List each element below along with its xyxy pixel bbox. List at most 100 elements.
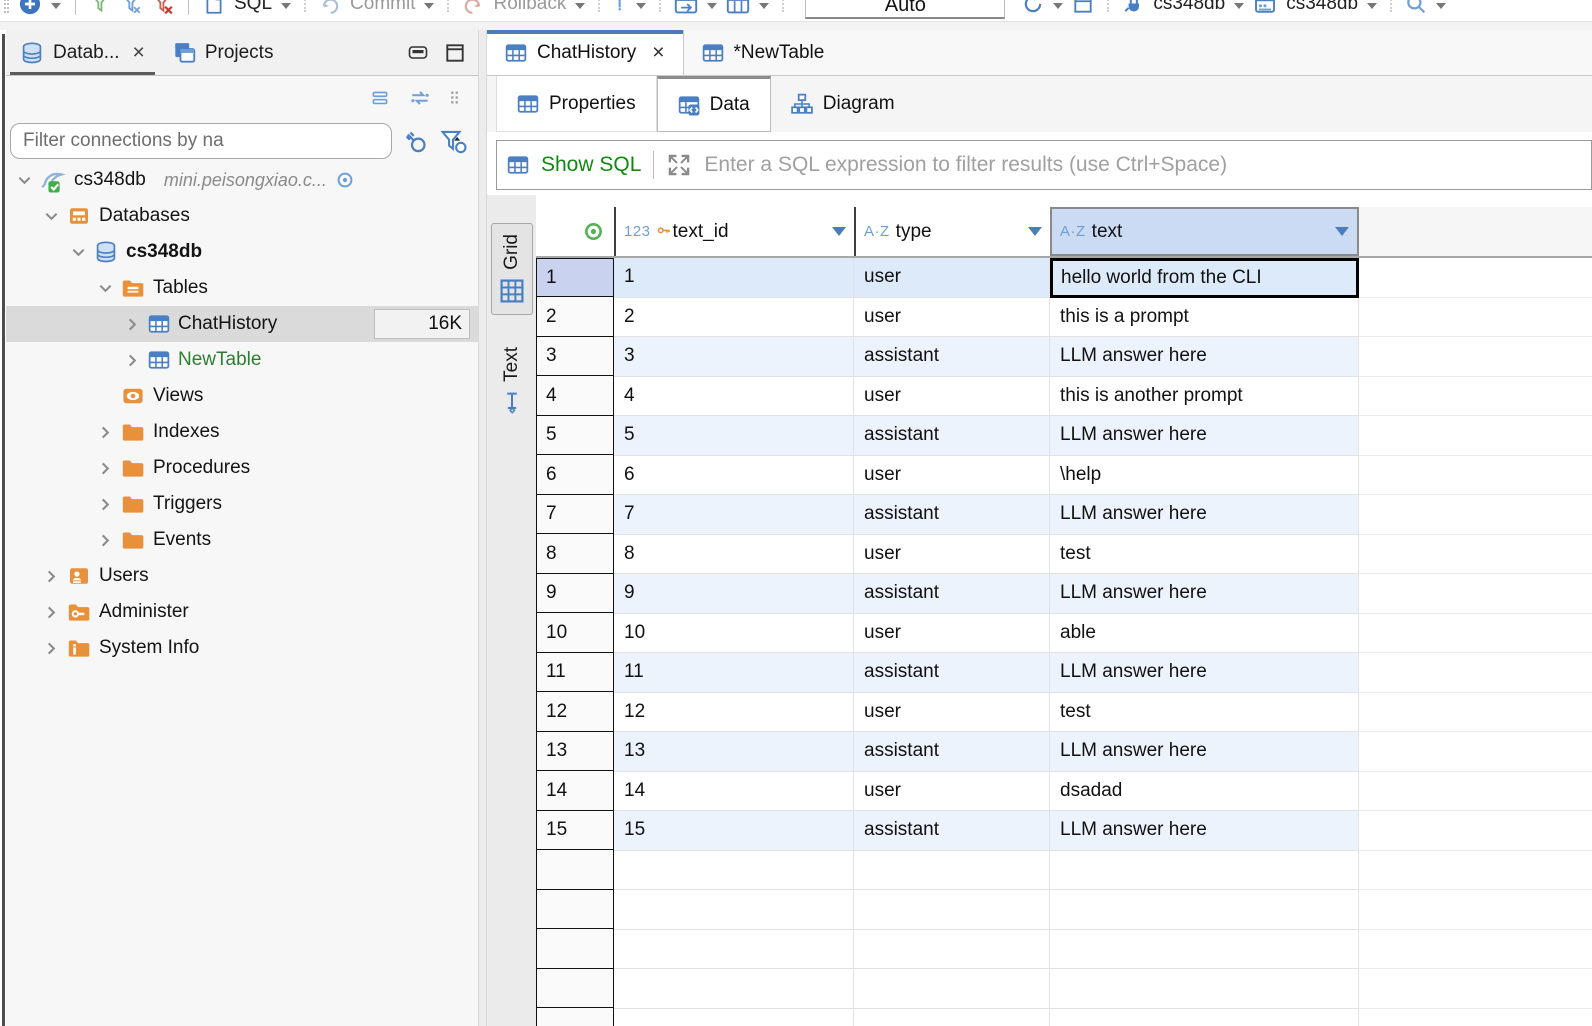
row-header[interactable]: 9 (536, 573, 614, 614)
row-header[interactable]: 10 (536, 612, 614, 653)
empty-cell[interactable] (614, 851, 854, 891)
cell-text_id[interactable]: 14 (614, 772, 854, 812)
cell-type[interactable]: assistant (854, 653, 1050, 693)
cell-text[interactable]: LLM answer here (1050, 574, 1359, 614)
tree-item-administer[interactable]: Administer (6, 594, 478, 630)
row-header-column-header[interactable] (536, 207, 614, 256)
cell-text[interactable]: LLM answer here (1050, 653, 1359, 693)
tree-item-users[interactable]: Users (6, 558, 478, 594)
chevron-down-icon[interactable] (70, 245, 86, 260)
search-icon[interactable] (1405, 0, 1427, 15)
chevron-right-icon[interactable] (43, 641, 59, 656)
cell-type[interactable]: user (854, 377, 1050, 417)
cell-text_id[interactable]: 3 (614, 337, 854, 377)
cell-type[interactable]: user (854, 693, 1050, 733)
cell-type[interactable]: user (854, 614, 1050, 654)
cell-type[interactable]: assistant (854, 495, 1050, 535)
row-header[interactable] (536, 928, 614, 969)
tree-item-events[interactable]: Events (6, 522, 478, 558)
dropdown-caret-icon[interactable] (51, 3, 61, 9)
column-header-text_id[interactable]: 123text_id (614, 207, 854, 256)
chevron-right-icon[interactable] (43, 569, 59, 584)
row-header[interactable]: 15 (536, 810, 614, 851)
chevron-down-icon[interactable] (43, 209, 59, 224)
tab-properties[interactable]: Properties (496, 76, 657, 132)
dropdown-caret-icon[interactable] (707, 3, 717, 9)
row-header[interactable] (536, 889, 614, 930)
cell-text_id[interactable]: 9 (614, 574, 854, 614)
column-header-text[interactable]: A·Ztext (1050, 207, 1359, 256)
cell-text_id[interactable]: 12 (614, 693, 854, 733)
cell-type[interactable]: user (854, 535, 1050, 575)
cell-type[interactable]: user (854, 772, 1050, 812)
cell-text_id[interactable]: 15 (614, 811, 854, 851)
chevron-right-icon[interactable] (43, 605, 59, 620)
row-header[interactable] (536, 968, 614, 1009)
grid-view-tab[interactable]: Grid (491, 223, 533, 315)
row-header[interactable]: 8 (536, 533, 614, 574)
row-header[interactable]: 7 (536, 494, 614, 535)
column-dropdown-caret-icon[interactable] (1028, 227, 1042, 236)
tree-item-procedures[interactable]: Procedures (6, 450, 478, 486)
row-header[interactable]: 13 (536, 731, 614, 772)
cell-text_id[interactable]: 10 (614, 614, 854, 654)
dropdown-caret-icon[interactable] (1367, 3, 1377, 9)
tab-projects[interactable]: Projects (159, 30, 288, 75)
panel-divider[interactable] (478, 30, 487, 1026)
column-dropdown-caret-icon[interactable] (832, 227, 846, 236)
empty-cell[interactable] (1050, 930, 1359, 970)
tree-item-indexes[interactable]: Indexes (6, 414, 478, 450)
tree-item-cs348db[interactable]: cs348dbmini.peisongxiao.c... (6, 162, 478, 198)
editor-tab-chathistory[interactable]: ChatHistory × (487, 30, 684, 75)
refresh-icon[interactable] (1022, 0, 1044, 15)
chevron-right-icon[interactable] (124, 353, 140, 368)
cell-text[interactable]: LLM answer here (1050, 495, 1359, 535)
cell-text_id[interactable]: 2 (614, 298, 854, 338)
cell-text[interactable]: able (1050, 614, 1359, 654)
cell-text_id[interactable]: 4 (614, 377, 854, 417)
row-header[interactable] (536, 1007, 614, 1026)
empty-cell[interactable] (614, 1009, 854, 1026)
cell-text[interactable]: hello world from the CLI (1050, 258, 1359, 298)
tree-item-chathistory[interactable]: ChatHistory16K (6, 306, 478, 342)
column-header-type[interactable]: A·Ztype (854, 207, 1050, 256)
rollback-icon[interactable] (462, 0, 484, 15)
chevron-down-icon[interactable] (16, 173, 32, 188)
row-header[interactable] (536, 849, 614, 890)
row-header[interactable]: 4 (536, 375, 614, 416)
empty-cell[interactable] (1050, 1009, 1359, 1026)
new-connection-plug-icon[interactable] (402, 128, 428, 154)
filter-edit-icon[interactable] (121, 0, 143, 15)
row-header[interactable]: 2 (536, 296, 614, 337)
dropdown-caret-icon[interactable] (1234, 3, 1244, 9)
cell-type[interactable]: assistant (854, 574, 1050, 614)
tree-item-databases[interactable]: Databases (6, 198, 478, 234)
cell-text_id[interactable]: 5 (614, 416, 854, 456)
row-header[interactable]: 3 (536, 336, 614, 377)
link-with-editor-icon[interactable] (408, 87, 432, 109)
empty-cell[interactable] (854, 851, 1050, 891)
chevron-right-icon[interactable] (97, 461, 113, 476)
empty-cell[interactable] (854, 890, 1050, 930)
chevron-right-icon[interactable] (97, 497, 113, 512)
cell-type[interactable]: assistant (854, 416, 1050, 456)
tree-item-newtable[interactable]: NewTable (6, 342, 478, 378)
cell-type[interactable]: user (854, 456, 1050, 496)
empty-cell[interactable] (854, 969, 1050, 1009)
empty-cell[interactable] (614, 890, 854, 930)
empty-cell[interactable] (1050, 969, 1359, 1009)
cell-text[interactable]: LLM answer here (1050, 732, 1359, 772)
cell-text[interactable]: test (1050, 693, 1359, 733)
filter-remove-icon[interactable] (152, 0, 174, 15)
dropdown-caret-icon[interactable] (575, 3, 585, 9)
row-header[interactable]: 5 (536, 415, 614, 456)
minimize-icon[interactable] (406, 43, 430, 63)
cell-text_id[interactable]: 8 (614, 535, 854, 575)
row-header[interactable]: 12 (536, 691, 614, 732)
cell-type[interactable]: user (854, 298, 1050, 338)
empty-cell[interactable] (1050, 851, 1359, 891)
chevron-down-icon[interactable] (97, 281, 113, 296)
cell-type[interactable]: assistant (854, 811, 1050, 851)
tree-item-views[interactable]: Views (6, 378, 478, 414)
chevron-right-icon[interactable] (97, 425, 113, 440)
